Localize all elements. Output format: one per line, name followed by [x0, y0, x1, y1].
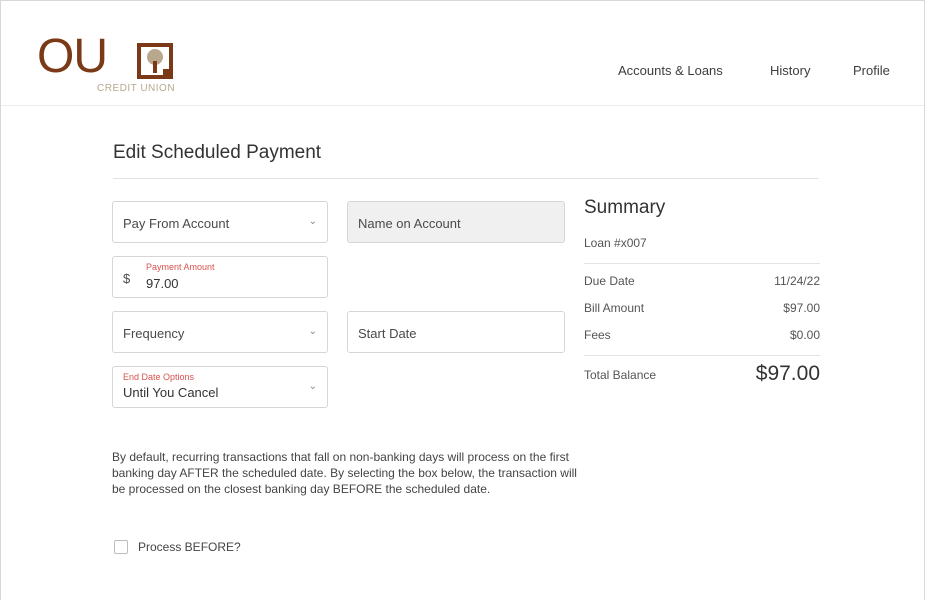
summary-divider	[584, 263, 820, 264]
summary-divider	[584, 355, 820, 356]
end-date-options-label: End Date Options	[123, 372, 195, 382]
summary-row-value: 11/24/22	[774, 274, 820, 288]
chevron-down-icon: ⌄	[308, 216, 317, 227]
name-on-account-placeholder: Name on Account	[358, 216, 461, 231]
title-divider	[113, 178, 819, 179]
banking-day-notice: By default, recurring transactions that …	[112, 450, 577, 496]
summary-row-label: Bill Amount	[584, 301, 645, 315]
frequency-select[interactable]: Frequency ⌄	[112, 311, 328, 353]
payment-amount-input[interactable]: $ Payment Amount 97.00	[112, 256, 328, 298]
currency-symbol: $	[123, 271, 131, 286]
total-balance-value: $97.00	[755, 362, 820, 385]
end-date-options-value: Until You Cancel	[123, 385, 219, 400]
chevron-down-icon: ⌄	[308, 326, 317, 337]
logo-text: OU	[37, 30, 108, 83]
credit-union-logo[interactable]: OU CREDIT UNION	[37, 33, 217, 97]
nav-history[interactable]: History	[770, 63, 810, 78]
end-date-options-select[interactable]: End Date Options Until You Cancel ⌄	[112, 366, 328, 408]
chevron-down-icon: ⌄	[308, 381, 317, 392]
total-balance-label: Total Balance	[584, 368, 657, 382]
tree-logo-icon	[137, 43, 173, 79]
page-title: Edit Scheduled Payment	[113, 142, 322, 163]
process-before-label[interactable]: Process BEFORE?	[138, 540, 241, 554]
summary-title: Summary	[584, 197, 666, 218]
summary-row-label: Fees	[584, 328, 611, 342]
nav-profile[interactable]: Profile	[853, 63, 890, 78]
summary-row-label: Due Date	[584, 274, 635, 288]
payment-amount-label: Payment Amount	[146, 262, 215, 272]
summary-row-value: $0.00	[789, 328, 820, 342]
start-date-placeholder: Start Date	[358, 326, 417, 341]
header: OU CREDIT UNION Accounts & Loans History…	[1, 1, 926, 106]
name-on-account-field[interactable]: Name on Account	[347, 201, 565, 243]
logo-subtitle: CREDIT UNION	[97, 83, 176, 94]
process-before-checkbox[interactable]	[114, 540, 128, 554]
summary-row-value: $97.00	[783, 301, 820, 315]
pay-from-account-placeholder: Pay From Account	[123, 216, 230, 231]
nav-accounts-loans[interactable]: Accounts & Loans	[618, 63, 723, 78]
pay-from-account-select[interactable]: Pay From Account ⌄	[112, 201, 328, 243]
frequency-placeholder: Frequency	[123, 326, 185, 341]
summary-loan-number: Loan #x007	[584, 236, 647, 250]
start-date-input[interactable]: Start Date	[347, 311, 565, 353]
payment-amount-value: 97.00	[146, 276, 179, 291]
